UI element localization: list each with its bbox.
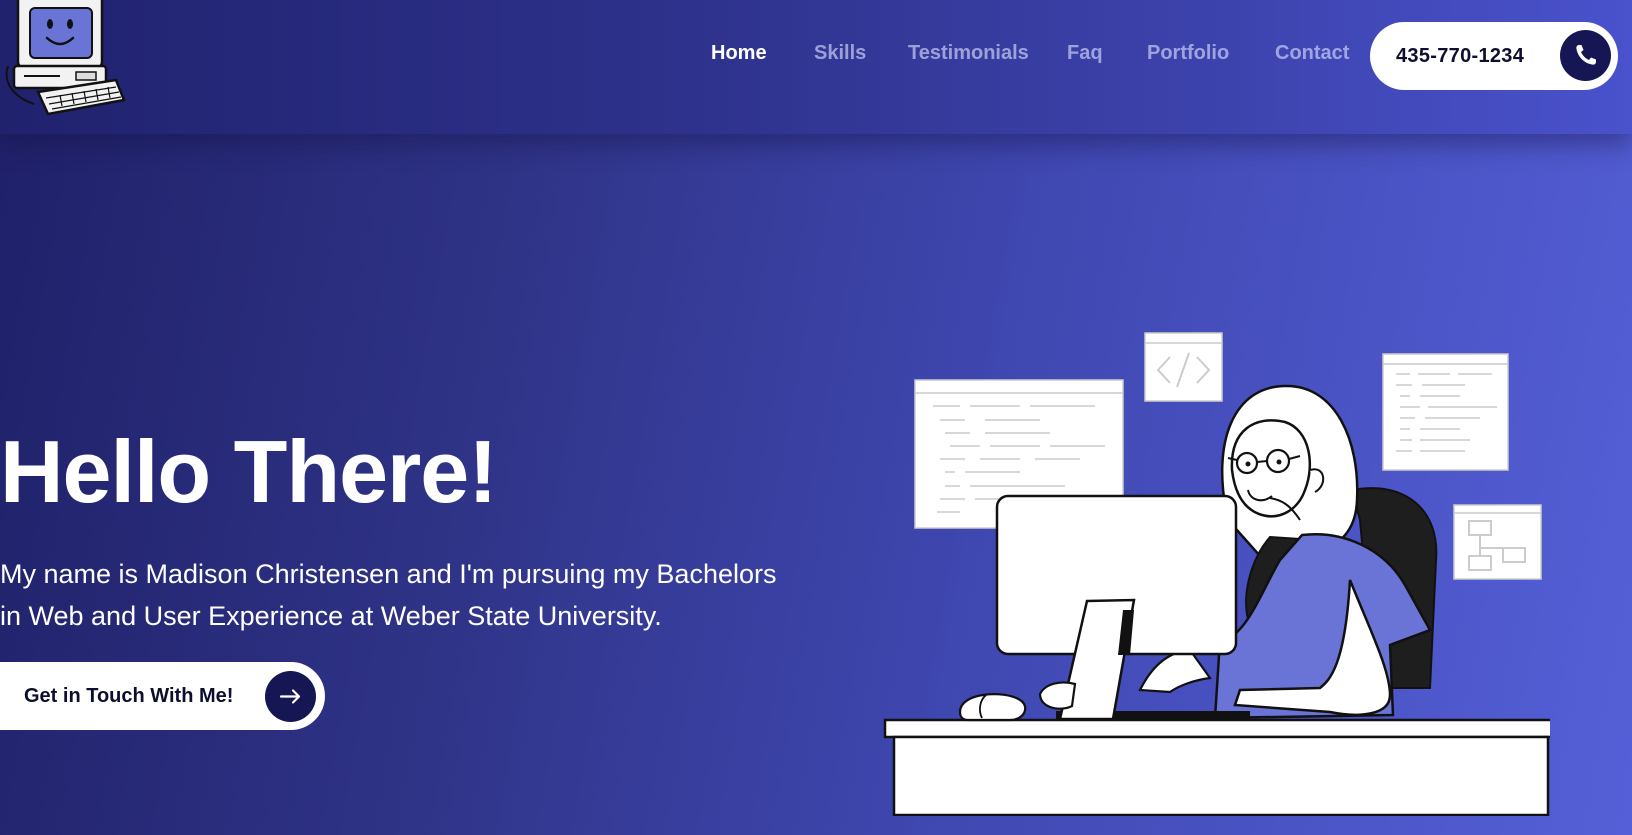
nav-faq[interactable]: Faq bbox=[1067, 42, 1103, 65]
get-in-touch-button[interactable]: Get in Touch With Me! bbox=[0, 662, 325, 730]
hero-description: My name is Madison Christensen and I'm p… bbox=[0, 559, 777, 631]
nav-contact[interactable]: Contact bbox=[1275, 42, 1349, 65]
site-header: Home Skills Testimonials Faq Portfolio C… bbox=[0, 0, 1632, 134]
phone-button[interactable]: 435-770-1234 bbox=[1370, 22, 1618, 90]
nav-skills[interactable]: Skills bbox=[814, 42, 866, 65]
phone-number: 435-770-1234 bbox=[1396, 45, 1525, 67]
retro-computer-icon[interactable] bbox=[4, 0, 126, 118]
computer-mouse bbox=[958, 693, 1027, 722]
woman-coding-at-desk-illustration bbox=[883, 332, 1550, 816]
code-tag-window bbox=[1144, 332, 1223, 402]
nav-portfolio[interactable]: Portfolio bbox=[1147, 42, 1229, 65]
arrow-right-icon bbox=[265, 671, 316, 722]
nav-testimonials[interactable]: Testimonials bbox=[908, 42, 1029, 65]
hero-title: Hello There! bbox=[0, 422, 498, 521]
nav-home[interactable]: Home bbox=[711, 42, 767, 65]
cta-label: Get in Touch With Me! bbox=[24, 685, 234, 707]
phone-icon bbox=[1560, 30, 1611, 81]
code-window-right bbox=[1382, 353, 1509, 471]
computer-monitor bbox=[995, 494, 1238, 721]
diagram-window bbox=[1453, 504, 1542, 580]
desk bbox=[883, 711, 1550, 816]
